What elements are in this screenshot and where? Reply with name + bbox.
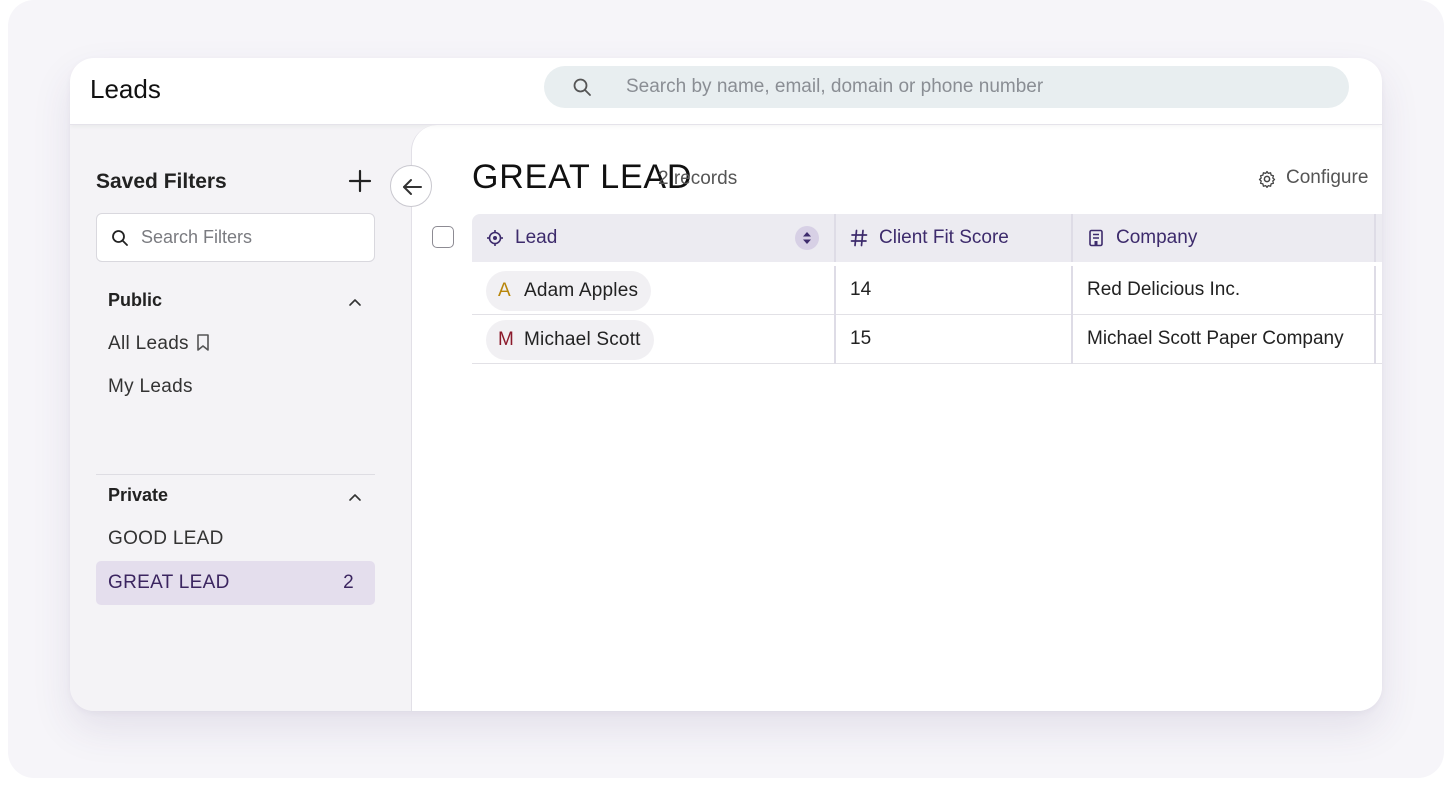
lead-cell: A Adam Apples <box>472 266 834 314</box>
column-header-lead[interactable]: Lead <box>472 214 834 262</box>
column-divider <box>1071 315 1073 364</box>
filter-item-label: GREAT LEAD <box>108 572 230 593</box>
sort-icon <box>803 232 811 244</box>
lead-initial-avatar: A <box>498 280 511 301</box>
configure-label: Configure <box>1286 167 1369 188</box>
app-window: Leads Saved Filters Public <box>70 58 1382 711</box>
collapse-sidebar-button[interactable] <box>390 165 432 207</box>
saved-filters-sidebar: Saved Filters Public All Leads My Leads <box>70 125 411 711</box>
lead-cell: M Michael Scott <box>472 315 834 363</box>
column-divider <box>1374 266 1376 315</box>
sort-button[interactable] <box>795 226 819 250</box>
company-cell: Red Delicious Inc. <box>1087 279 1241 300</box>
filter-item-great-lead[interactable]: GREAT LEAD 2 <box>96 561 375 605</box>
table-row[interactable]: M Michael Scott 15 Michael Scott Paper C… <box>472 315 1382 364</box>
table-row[interactable]: A Adam Apples 14 Red Delicious Inc. <box>472 266 1382 315</box>
building-icon <box>1089 229 1103 247</box>
filter-item-good-lead[interactable]: GOOD LEAD <box>108 528 224 550</box>
lead-chip[interactable]: M Michael Scott <box>486 320 654 360</box>
search-icon <box>573 78 591 96</box>
lead-initial-avatar: M <box>498 329 515 350</box>
chevron-up-icon[interactable] <box>347 294 363 310</box>
filter-item-label: GOOD LEAD <box>108 528 224 549</box>
filter-search-input[interactable] <box>141 214 366 261</box>
global-search-input[interactable] <box>626 66 1326 108</box>
client-fit-score-cell: 15 <box>850 328 872 349</box>
column-divider <box>1374 315 1376 364</box>
section-private-label: Private <box>108 485 169 505</box>
filter-item-label: All Leads <box>108 333 189 354</box>
arrow-left-icon <box>403 179 422 195</box>
top-bar: Leads <box>70 58 1382 125</box>
section-public-label: Public <box>108 290 163 310</box>
column-divider <box>834 315 836 364</box>
filter-item-all-leads[interactable]: All Leads <box>108 333 211 355</box>
bookmark-icon <box>197 334 209 351</box>
chevron-up-icon[interactable] <box>347 489 363 505</box>
target-icon <box>487 230 503 246</box>
section-public[interactable]: Public <box>108 290 363 316</box>
lead-chip[interactable]: A Adam Apples <box>486 271 652 311</box>
column-label: Lead <box>515 227 558 248</box>
section-private[interactable]: Private <box>108 485 363 511</box>
section-divider <box>96 474 375 475</box>
column-header-company[interactable]: Company <box>1073 214 1374 262</box>
filter-search[interactable] <box>96 213 375 262</box>
filter-item-my-leads[interactable]: My Leads <box>108 376 193 398</box>
column-label: Company <box>1116 227 1198 248</box>
gear-icon <box>1258 170 1276 188</box>
column-divider <box>1071 266 1073 315</box>
client-fit-score-cell: 14 <box>850 279 872 300</box>
main-panel: GREAT LEAD 2 records Configure Lead Clie… <box>411 125 1382 711</box>
filter-count-badge: 2 <box>343 572 354 593</box>
table-header: Lead Client Fit Score Company <box>472 214 1382 262</box>
lead-name: Adam Apples <box>524 280 639 301</box>
page-title: Leads <box>90 74 161 104</box>
filter-item-label: My Leads <box>108 376 193 397</box>
lead-name: Michael Scott <box>524 329 641 350</box>
column-divider <box>834 266 836 315</box>
search-icon <box>112 230 128 246</box>
record-count: 2 records <box>658 168 738 189</box>
sidebar-title: Saved Filters <box>96 170 227 193</box>
plus-icon[interactable] <box>347 168 373 194</box>
select-all-checkbox[interactable] <box>432 226 454 248</box>
column-header-client-fit-score[interactable]: Client Fit Score <box>836 214 1071 262</box>
global-search[interactable] <box>544 66 1349 108</box>
column-divider[interactable] <box>1374 214 1376 262</box>
hash-icon <box>850 229 868 247</box>
company-cell: Michael Scott Paper Company <box>1087 328 1344 349</box>
column-label: Client Fit Score <box>879 227 1009 248</box>
